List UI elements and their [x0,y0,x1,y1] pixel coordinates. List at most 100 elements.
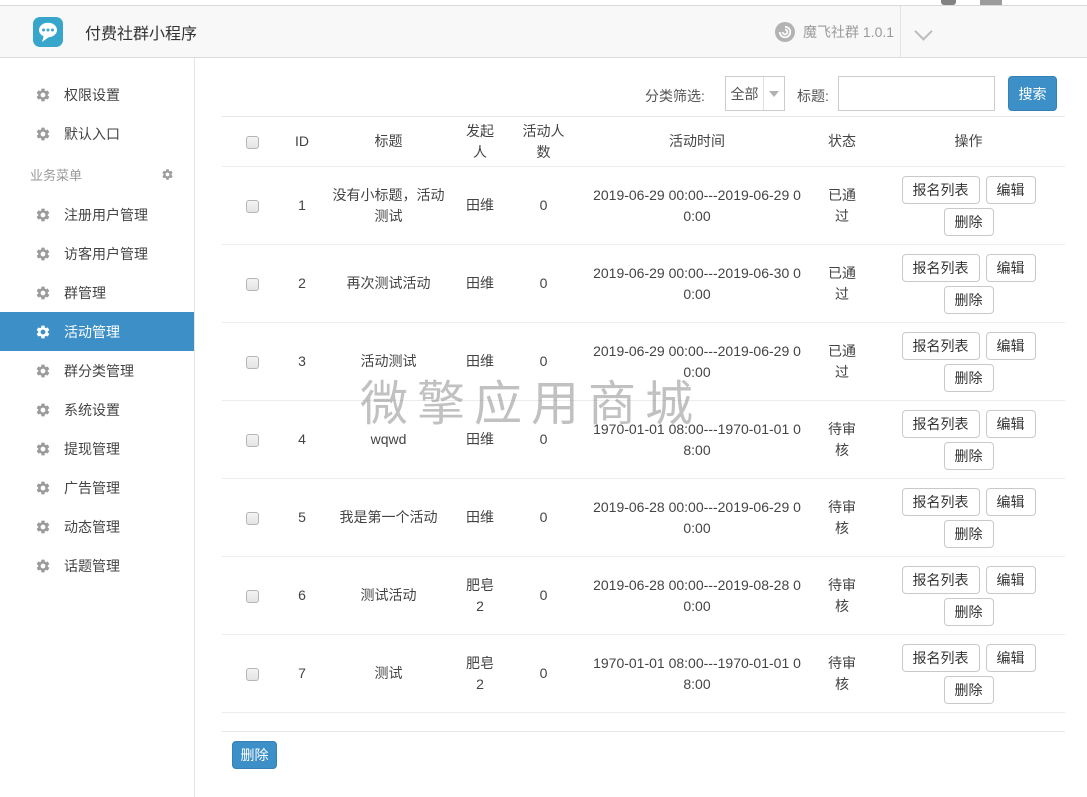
edit-button[interactable]: 编辑 [986,176,1036,204]
cell-status: 已通过 [812,167,872,245]
cell-activity-time: 2019-06-28 00:00---2019-08-28 00:00 [582,557,812,635]
category-filter-label: 分类筛选: [645,86,705,106]
gear-icon [35,246,51,262]
col-header-participants: 活动人数 [505,117,582,167]
signup-list-button[interactable]: 报名列表 [902,488,980,516]
admin-app: 付费社群小程序 魔飞社群 1.0.1 权限设置 默认入口 业务菜单 注册用户管理 [0,0,1087,797]
cell-initiator: 田维 [455,401,505,479]
chevron-down-icon[interactable] [914,22,932,40]
cell-activity-time: 1970-01-01 08:00---1970-01-01 08:00 [582,635,812,713]
table-row: 2 再次测试活动 田维 0 2019-06-29 00:00---2019-06… [222,245,1065,323]
gear-icon [35,558,51,574]
sidebar-item[interactable]: 广告管理 [0,468,194,507]
signup-list-button[interactable]: 报名列表 [902,254,980,282]
gear-icon [35,363,51,379]
sidebar-item[interactable]: 群管理 [0,273,194,312]
sidebar-item-label: 提现管理 [64,439,120,459]
cell-title: 活动测试 [322,323,455,401]
cell-participants: 0 [505,323,582,401]
col-header-id: ID [282,117,322,167]
sidebar-item[interactable]: 群分类管理 [0,351,194,390]
title-filter-label: 标题: [797,86,829,106]
sidebar-item[interactable]: 话题管理 [0,546,194,585]
cropped-gear-fragment [941,0,956,5]
sidebar-item-label: 群分类管理 [64,361,134,381]
edit-button[interactable]: 编辑 [986,644,1036,672]
gear-icon [35,519,51,535]
gear-icon [35,87,51,103]
sidebar-item[interactable]: 访客用户管理 [0,234,194,273]
cell-initiator: 田维 [455,323,505,401]
cell-activity-time: 1970-01-01 08:00---1970-01-01 08:00 [582,401,812,479]
cell-status: 待审核 [812,401,872,479]
sidebar-section-label: 业务菜单 [30,165,82,184]
row-checkbox[interactable] [246,200,259,213]
bulk-delete-button[interactable]: 删除 [232,741,277,769]
cell-id: 2 [282,245,322,323]
cell-title: 我是第一个活动 [322,479,455,557]
cell-activity-time: 2019-06-29 00:00---2019-06-29 00:00 [582,167,812,245]
cell-status: 待审核 [812,479,872,557]
edit-button[interactable]: 编辑 [986,254,1036,282]
table-header-row: ID 标题 发起人 活动人数 活动时间 状态 操作 [222,117,1065,167]
edit-button[interactable]: 编辑 [986,410,1036,438]
signup-list-button[interactable]: 报名列表 [902,332,980,360]
table-row: 7 测试 肥皂2 0 1970-01-01 08:00---1970-01-01… [222,635,1065,713]
sidebar: 权限设置 默认入口 业务菜单 注册用户管理 访客用户管理 群管理 活动管理 群分… [0,58,195,797]
signup-list-button[interactable]: 报名列表 [902,176,980,204]
menu-config-gear-icon[interactable] [161,168,174,181]
col-header-initiator: 发起人 [455,117,505,167]
app-title: 付费社群小程序 [85,20,197,44]
sidebar-item-label: 活动管理 [64,322,120,342]
sidebar-item-label: 话题管理 [64,556,120,576]
cell-id: 6 [282,557,322,635]
cell-status: 待审核 [812,635,872,713]
row-checkbox[interactable] [246,512,259,525]
delete-row-button[interactable]: 删除 [944,520,994,548]
delete-row-button[interactable]: 删除 [944,208,994,236]
cell-participants: 0 [505,635,582,713]
sidebar-item-label: 系统设置 [64,400,120,420]
cell-participants: 0 [505,479,582,557]
cell-initiator: 肥皂2 [455,635,505,713]
signup-list-button[interactable]: 报名列表 [902,410,980,438]
sidebar-item-label: 访客用户管理 [64,244,148,264]
sidebar-item[interactable]: 提现管理 [0,429,194,468]
footer-divider [222,731,1065,732]
edit-button[interactable]: 编辑 [986,488,1036,516]
sidebar-item[interactable]: 默认入口 [0,114,194,153]
delete-row-button[interactable]: 删除 [944,598,994,626]
caret-down-icon [769,91,779,97]
search-button[interactable]: 搜索 [1008,76,1057,111]
delete-row-button[interactable]: 删除 [944,364,994,392]
sidebar-item[interactable]: 系统设置 [0,390,194,429]
delete-row-button[interactable]: 删除 [944,442,994,470]
cropped-element-fragment [980,0,1002,5]
table-row: 6 测试活动 肥皂2 0 2019-06-28 00:00---2019-08-… [222,557,1065,635]
delete-row-button[interactable]: 删除 [944,676,994,704]
table-row: 1 没有小标题，活动测试 田维 0 2019-06-29 00:00---201… [222,167,1065,245]
category-dropdown[interactable]: 全部 [725,76,785,111]
row-checkbox[interactable] [246,356,259,369]
sidebar-item-label: 默认入口 [64,124,120,144]
sidebar-item[interactable]: 权限设置 [0,75,194,114]
sidebar-top-group: 权限设置 默认入口 [0,75,194,153]
edit-button[interactable]: 编辑 [986,332,1036,360]
sidebar-item[interactable]: 活动管理 [0,312,194,351]
row-checkbox[interactable] [246,278,259,291]
delete-row-button[interactable]: 删除 [944,286,994,314]
row-checkbox[interactable] [246,668,259,681]
select-all-checkbox[interactable] [246,136,259,149]
row-checkbox[interactable] [246,590,259,603]
signup-list-button[interactable]: 报名列表 [902,566,980,594]
title-search-input[interactable] [838,76,995,111]
cell-activity-time: 2019-06-29 00:00---2019-06-29 00:00 [582,323,812,401]
sidebar-item[interactable]: 注册用户管理 [0,195,194,234]
category-dropdown-value: 全部 [726,84,763,104]
edit-button[interactable]: 编辑 [986,566,1036,594]
sidebar-item[interactable]: 动态管理 [0,507,194,546]
cell-title: 测试 [322,635,455,713]
row-checkbox[interactable] [246,434,259,447]
cell-title: wqwd [322,401,455,479]
signup-list-button[interactable]: 报名列表 [902,644,980,672]
